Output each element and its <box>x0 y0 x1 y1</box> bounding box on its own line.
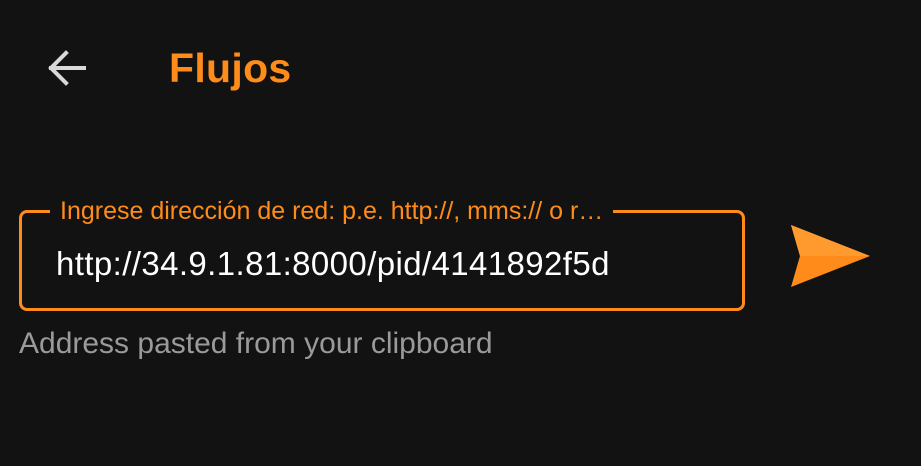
back-button[interactable] <box>40 42 92 94</box>
send-button[interactable] <box>784 218 874 298</box>
stream-address-input[interactable] <box>56 241 716 287</box>
stream-address-label: Ingrese dirección de red: p.e. http://, … <box>50 194 614 228</box>
page-title: Flujos <box>169 45 292 91</box>
helper-text: Address pasted from your clipboard <box>19 327 493 360</box>
send-icon <box>786 219 872 298</box>
stream-address-field[interactable]: Ingrese dirección de red: p.e. http://, … <box>19 194 745 311</box>
arrow-left-icon <box>46 50 86 86</box>
network-stream-screen: Flujos Ingrese dirección de red: p.e. ht… <box>0 0 921 466</box>
